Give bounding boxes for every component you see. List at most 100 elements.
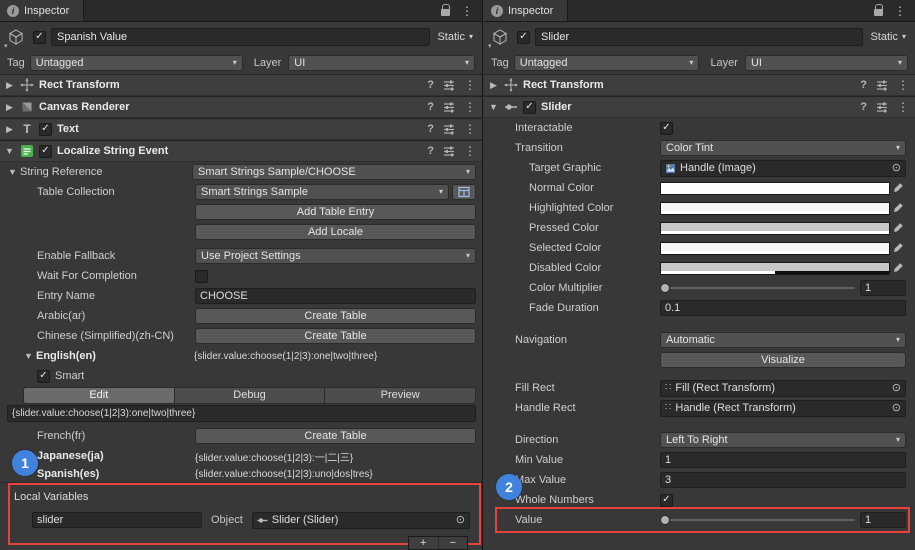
component-header-rect-transform[interactable]: ▶ Rect Transform ? ⋮ bbox=[484, 74, 915, 96]
component-header-canvas-renderer[interactable]: ▶ Canvas Renderer ? ⋮ bbox=[0, 96, 482, 118]
gameobject-name-field[interactable]: Slider bbox=[535, 28, 863, 46]
presets-icon[interactable] bbox=[876, 79, 888, 91]
color-multiplier-field[interactable]: 1 bbox=[860, 280, 906, 296]
gameobject-active-checkbox[interactable]: ✓ bbox=[517, 31, 530, 44]
add-table-entry-button[interactable]: Add Table Entry bbox=[195, 204, 476, 220]
presets-icon[interactable] bbox=[443, 123, 455, 135]
foldout-icon[interactable]: ▼ bbox=[488, 103, 499, 112]
handle-rect-field[interactable]: ∷ Handle (Rect Transform) ⊙ bbox=[660, 400, 906, 417]
enable-fallback-dropdown[interactable]: Use Project Settings ▾ bbox=[195, 248, 476, 264]
presets-icon[interactable] bbox=[443, 101, 455, 113]
help-icon[interactable]: ? bbox=[427, 146, 434, 157]
help-icon[interactable]: ? bbox=[427, 80, 434, 91]
slider-handle[interactable] bbox=[660, 283, 670, 293]
table-collection-dropdown[interactable]: Smart Strings Sample ▾ bbox=[195, 184, 449, 200]
tab-inspector-right[interactable]: i Inspector bbox=[484, 0, 568, 21]
presets-icon[interactable] bbox=[876, 101, 888, 113]
fade-duration-field[interactable]: 0.1 bbox=[660, 300, 906, 316]
open-table-editor-button[interactable] bbox=[452, 184, 476, 200]
color-multiplier-slider[interactable] bbox=[660, 281, 856, 295]
foldout-icon[interactable]: ▶ bbox=[4, 81, 15, 90]
max-value-field[interactable]: 3 bbox=[660, 472, 906, 488]
lock-icon[interactable] bbox=[441, 9, 450, 16]
gameobject-cube-icon[interactable]: ▾ bbox=[488, 25, 512, 49]
eyedropper-icon[interactable] bbox=[890, 202, 906, 214]
object-picker-icon[interactable]: ⊙ bbox=[892, 163, 901, 174]
foldout-icon[interactable]: ▶ bbox=[4, 125, 15, 134]
text-enabled-checkbox[interactable]: ✓ bbox=[39, 123, 52, 136]
localize-enabled-checkbox[interactable]: ✓ bbox=[39, 145, 52, 158]
whole-numbers-checkbox[interactable]: ✓ bbox=[660, 494, 673, 507]
eyedropper-icon[interactable] bbox=[890, 182, 906, 194]
highlighted-color-swatch[interactable] bbox=[660, 202, 890, 215]
wait-for-completion-checkbox[interactable] bbox=[195, 270, 208, 283]
object-picker-icon[interactable]: ⊙ bbox=[456, 515, 465, 526]
gameobject-cube-icon[interactable]: ▾ bbox=[4, 25, 28, 49]
target-graphic-field[interactable]: Handle (Image) ⊙ bbox=[660, 160, 906, 177]
eyedropper-icon[interactable] bbox=[890, 262, 906, 274]
kebab-menu-icon[interactable]: ⋮ bbox=[464, 101, 476, 113]
normal-color-swatch[interactable] bbox=[660, 182, 890, 195]
layer-dropdown[interactable]: UI ▾ bbox=[288, 55, 475, 71]
tab-debug[interactable]: Debug bbox=[175, 388, 326, 403]
visualize-button[interactable]: Visualize bbox=[660, 352, 906, 368]
kebab-menu-icon[interactable]: ⋮ bbox=[461, 5, 473, 17]
foldout-icon[interactable]: ▼ bbox=[23, 352, 34, 361]
help-icon[interactable]: ? bbox=[860, 80, 867, 91]
create-table-button-chinese[interactable]: Create Table bbox=[195, 328, 476, 344]
kebab-menu-icon[interactable]: ⋮ bbox=[897, 101, 909, 113]
entry-name-field[interactable]: CHOOSE bbox=[195, 288, 476, 304]
variable-name-field[interactable]: slider bbox=[32, 512, 202, 528]
slider-enabled-checkbox[interactable]: ✓ bbox=[523, 101, 536, 114]
eyedropper-icon[interactable] bbox=[890, 242, 906, 254]
create-table-button-french[interactable]: Create Table bbox=[195, 428, 476, 444]
tag-dropdown[interactable]: Untagged ▾ bbox=[514, 55, 700, 71]
fill-rect-field[interactable]: ∷ Fill (Rect Transform) ⊙ bbox=[660, 380, 906, 397]
slider-handle[interactable] bbox=[660, 515, 670, 525]
value-slider[interactable] bbox=[660, 513, 856, 527]
smart-string-edit-area[interactable]: {slider.value:choose(1|2|3):one|two|thre… bbox=[7, 405, 476, 422]
interactable-checkbox[interactable]: ✓ bbox=[660, 122, 673, 135]
static-dropdown[interactable]: Static ▾ bbox=[868, 31, 908, 43]
pressed-color-swatch[interactable] bbox=[660, 222, 890, 235]
value-field[interactable]: 1 bbox=[860, 512, 906, 528]
help-icon[interactable]: ? bbox=[427, 124, 434, 135]
kebab-menu-icon[interactable]: ⋮ bbox=[464, 79, 476, 91]
help-icon[interactable]: ? bbox=[860, 102, 867, 113]
foldout-icon[interactable]: ▼ bbox=[4, 147, 15, 156]
transition-dropdown[interactable]: Color Tint ▾ bbox=[660, 140, 906, 156]
component-header-localize-string-event[interactable]: ▼ ✓ Localize String Event ? ⋮ bbox=[0, 140, 482, 162]
string-reference-dropdown[interactable]: Smart Strings Sample/CHOOSE ▾ bbox=[192, 164, 476, 180]
kebab-menu-icon[interactable]: ⋮ bbox=[897, 79, 909, 91]
kebab-menu-icon[interactable]: ⋮ bbox=[464, 123, 476, 135]
object-picker-icon[interactable]: ⊙ bbox=[892, 383, 901, 394]
lock-icon[interactable] bbox=[874, 9, 883, 16]
tab-preview[interactable]: Preview bbox=[325, 388, 475, 403]
foldout-icon[interactable]: ▼ bbox=[7, 168, 18, 177]
tab-edit[interactable]: Edit bbox=[24, 388, 175, 403]
remove-variable-button[interactable]: − bbox=[439, 537, 468, 549]
eyedropper-icon[interactable] bbox=[890, 222, 906, 234]
help-icon[interactable]: ? bbox=[427, 102, 434, 113]
component-header-rect-transform[interactable]: ▶ Rect Transform ? ⋮ bbox=[0, 74, 482, 96]
add-locale-button[interactable]: Add Locale bbox=[195, 224, 476, 240]
kebab-menu-icon[interactable]: ⋮ bbox=[894, 5, 906, 17]
smart-checkbox[interactable]: ✓ bbox=[37, 370, 50, 383]
component-header-slider[interactable]: ▼ ✓ Slider ? ⋮ bbox=[484, 96, 915, 118]
variable-object-field[interactable]: Slider (Slider) ⊙ bbox=[252, 512, 470, 529]
direction-dropdown[interactable]: Left To Right ▾ bbox=[660, 432, 906, 448]
presets-icon[interactable] bbox=[443, 79, 455, 91]
disabled-color-swatch[interactable] bbox=[660, 262, 890, 275]
gameobject-name-field[interactable]: Spanish Value bbox=[51, 28, 430, 46]
static-dropdown[interactable]: Static ▾ bbox=[435, 31, 475, 43]
min-value-field[interactable]: 1 bbox=[660, 452, 906, 468]
add-variable-button[interactable]: + bbox=[409, 537, 439, 549]
presets-icon[interactable] bbox=[443, 145, 455, 157]
kebab-menu-icon[interactable]: ⋮ bbox=[464, 145, 476, 157]
selected-color-swatch[interactable] bbox=[660, 242, 890, 255]
create-table-button-arabic[interactable]: Create Table bbox=[195, 308, 476, 324]
tab-inspector-left[interactable]: i Inspector bbox=[0, 0, 84, 21]
foldout-icon[interactable]: ▶ bbox=[488, 81, 499, 90]
object-picker-icon[interactable]: ⊙ bbox=[892, 403, 901, 414]
foldout-icon[interactable]: ▶ bbox=[4, 103, 15, 112]
